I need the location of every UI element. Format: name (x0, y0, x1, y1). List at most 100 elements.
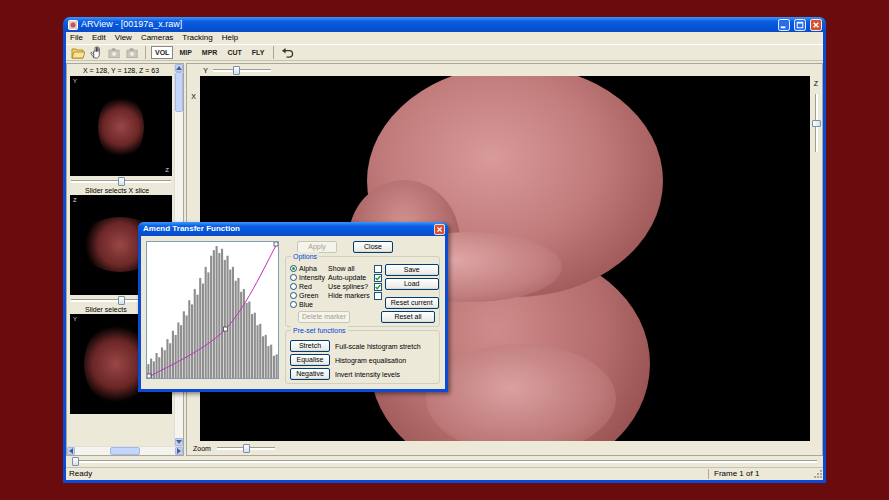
dialog-button[interactable]: Load (385, 278, 439, 290)
scroll-track[interactable] (75, 447, 175, 455)
radio-button[interactable] (290, 274, 297, 281)
frame-counter: Frame 1 of 1 (714, 469, 759, 479)
frame-slider[interactable] (72, 457, 817, 466)
preset-button[interactable]: Equalise (290, 354, 330, 366)
camera-icon[interactable] (108, 47, 121, 59)
mode-button[interactable]: MIP (175, 46, 195, 59)
menu-item[interactable]: Edit (92, 33, 106, 43)
channel-option[interactable]: Intensity (290, 273, 325, 282)
check-option[interactable]: Hide markers (328, 291, 382, 300)
check-option[interactable]: Show all (328, 264, 382, 273)
view-top-bar: Y (187, 64, 822, 76)
reset-button[interactable]: Reset all (381, 311, 435, 323)
camera-icon[interactable] (126, 47, 139, 59)
radio-button[interactable] (290, 283, 297, 290)
preset-button[interactable]: Negative (290, 368, 330, 380)
scroll-thumb[interactable] (110, 447, 140, 455)
curve-marker[interactable] (147, 374, 151, 378)
scroll-right-arrow-icon[interactable] (175, 447, 183, 455)
radio-button[interactable] (290, 301, 297, 308)
checkbox[interactable] (374, 265, 382, 273)
slice-slider[interactable] (71, 177, 171, 186)
undo-icon[interactable] (281, 47, 294, 59)
histogram-bar (166, 339, 168, 378)
open-folder-icon[interactable] (71, 47, 85, 59)
histogram-bar (155, 353, 157, 378)
slider-thumb[interactable] (233, 66, 240, 75)
slider-thumb[interactable] (812, 120, 821, 127)
maximize-icon[interactable] (794, 19, 806, 31)
histogram-bar (153, 361, 155, 378)
checkbox[interactable] (374, 292, 382, 300)
scroll-down-arrow-icon[interactable] (175, 438, 183, 446)
dialog-title-bar[interactable]: Amend Transfer Function (138, 222, 448, 236)
dialog-button[interactable]: Save (385, 264, 439, 276)
histogram-bar (276, 354, 278, 378)
slider-thumb[interactable] (118, 296, 125, 305)
scroll-up-arrow-icon[interactable] (175, 64, 183, 72)
close-icon[interactable] (434, 224, 445, 235)
mode-button[interactable]: FLY (248, 46, 269, 59)
curve-marker[interactable] (224, 327, 228, 331)
status-text: Ready (69, 469, 708, 479)
slider-caption: Slider selects X slice (70, 186, 172, 195)
dialog-body: ApplyCloseOptionsAlphaIntensityRedGreenB… (141, 236, 445, 389)
checkbox[interactable] (374, 274, 382, 282)
preset-description: Histogram equalisation (335, 356, 406, 365)
z-axis-slider[interactable] (812, 94, 821, 152)
check-option[interactable]: Auto-update (328, 273, 382, 282)
toolbar-separator (145, 46, 146, 59)
mode-button[interactable]: VOL (151, 46, 173, 59)
histogram-bar (169, 343, 171, 378)
menu-bar: File Edit View Cameras Tracking Help (66, 32, 823, 44)
dialog-button[interactable]: Close (353, 241, 393, 253)
checkbox[interactable] (374, 283, 382, 291)
menu-item[interactable]: View (115, 33, 132, 43)
slice-thumbnail[interactable]: YZ (70, 76, 172, 176)
zoom-slider[interactable] (217, 444, 275, 453)
histogram-bar (226, 256, 228, 378)
y-axis-slider[interactable] (213, 66, 271, 75)
scroll-thumb[interactable] (175, 72, 183, 112)
mode-button[interactable]: CUT (223, 46, 245, 59)
channel-option[interactable]: Blue (290, 300, 325, 309)
transfer-curve[interactable] (147, 242, 278, 378)
toolbar-button[interactable] (88, 46, 104, 60)
minimize-icon[interactable] (778, 19, 790, 31)
curve-marker[interactable] (274, 242, 278, 246)
horizontal-scrollbar[interactable] (67, 446, 183, 455)
radio-button[interactable] (290, 292, 297, 299)
mode-button[interactable]: MPR (198, 46, 222, 59)
slider-thumb[interactable] (72, 457, 79, 466)
reset-button[interactable]: Reset current (385, 297, 439, 309)
channel-option[interactable]: Red (290, 282, 325, 291)
histogram-chart[interactable] (146, 241, 279, 379)
hand-tool-icon[interactable] (90, 46, 103, 59)
menu-item[interactable]: File (70, 33, 83, 43)
preset-button[interactable]: Stretch (290, 340, 330, 352)
toolbar-button[interactable] (124, 46, 140, 60)
slider-thumb[interactable] (118, 177, 125, 186)
undo-button[interactable] (279, 46, 295, 60)
channel-list: AlphaIntensityRedGreenBlue (290, 264, 325, 309)
menu-item[interactable]: Cameras (141, 33, 173, 43)
histogram-bar (196, 295, 198, 378)
radio-button[interactable] (290, 265, 297, 272)
scroll-left-arrow-icon[interactable] (67, 447, 75, 455)
preset-row: Equalise Histogram equalisation (290, 354, 435, 366)
resize-grip-icon[interactable] (813, 469, 823, 479)
title-bar[interactable]: ARView - [00197a_x.raw] (63, 17, 826, 32)
group-title: Pre-set functions (291, 326, 348, 335)
checkbox-label: Auto-update (328, 273, 366, 282)
channel-option[interactable]: Alpha (290, 264, 325, 273)
transfer-function-dialog: Amend Transfer FunctionApplyCloseOptions… (138, 222, 448, 392)
close-icon[interactable] (810, 19, 822, 31)
menu-item[interactable]: Help (222, 33, 238, 43)
toolbar-button[interactable] (106, 46, 122, 60)
histogram-bar (262, 336, 264, 378)
channel-option[interactable]: Green (290, 291, 325, 300)
check-option[interactable]: Use splines? (328, 282, 382, 291)
menu-item[interactable]: Tracking (182, 33, 212, 43)
slider-thumb[interactable] (243, 444, 250, 453)
toolbar-button[interactable] (70, 46, 86, 60)
